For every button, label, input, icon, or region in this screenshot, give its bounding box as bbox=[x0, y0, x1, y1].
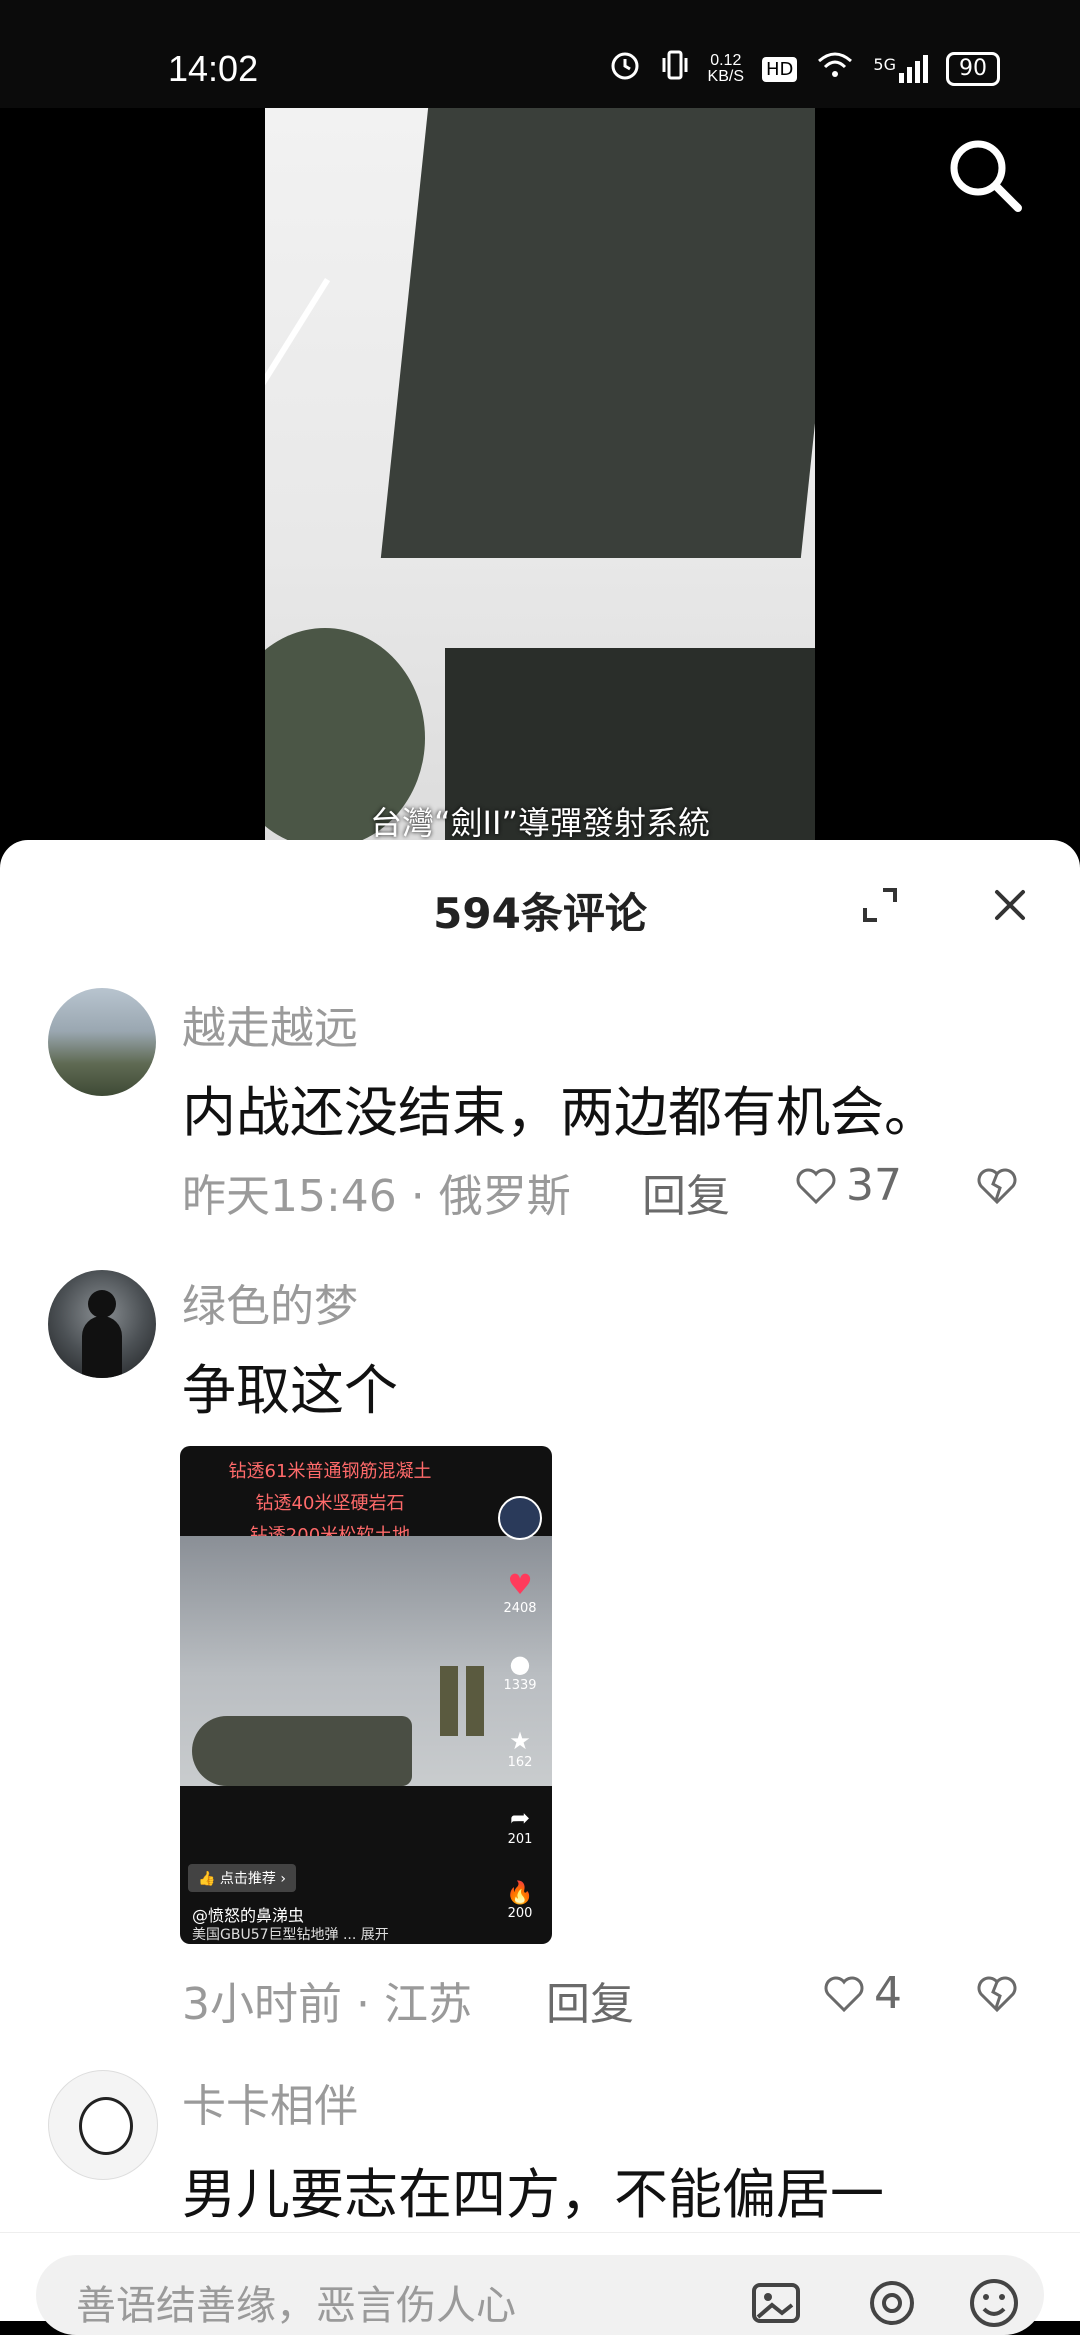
image-heart-icon: ♥ 2408 bbox=[503, 1568, 537, 1616]
avatar[interactable] bbox=[48, 988, 156, 1096]
video-player[interactable]: 台灣“劍II”導彈發射系統 bbox=[0, 108, 1080, 848]
status-icons: 0.12 KB/S HD 5G 90 bbox=[608, 48, 1000, 90]
sheet-header: 594条评论 bbox=[0, 880, 1080, 940]
comment-content: 争取这个 bbox=[182, 1359, 398, 1422]
battery-icon: 90 bbox=[946, 52, 1000, 86]
status-time: 14:02 bbox=[168, 48, 259, 89]
like-button[interactable]: 4 bbox=[820, 1968, 902, 2019]
image-like-count: 2408 bbox=[503, 1601, 537, 1616]
image-side-bar: ♥ 2408 ● 1339 ★ 162 ➦ 201 🔥 200 bbox=[498, 1496, 542, 1944]
comment-count-title: 594条评论 bbox=[433, 889, 647, 938]
video-frame: 台灣“劍II”導彈發射系統 bbox=[265, 108, 815, 848]
input-placeholder: 善语结善缘，恶言伤人心 bbox=[76, 2283, 516, 2329]
comment-meta: 3小时前 · 江苏 bbox=[182, 1979, 472, 2030]
like-count: 4 bbox=[874, 1968, 902, 2019]
comment-item: 越走越远 内战还没结束，两边都有机会。 昨天15:46 · 俄罗斯 回复 37 bbox=[0, 988, 1080, 1222]
at-icon[interactable] bbox=[864, 2275, 920, 2331]
image-caption: 美国GBU57巨型钻地弹 ... 展开 bbox=[192, 1927, 389, 1943]
close-icon[interactable] bbox=[985, 880, 1035, 930]
status-bar: 14:02 0.12 KB/S HD 5G 90 bbox=[0, 0, 1080, 108]
image-star-icon: ★ 162 bbox=[507, 1727, 533, 1770]
image-recommend-label: 点击推荐 bbox=[219, 1871, 276, 1887]
image-comment-count: 1339 bbox=[503, 1678, 537, 1693]
thumbs-up-icon: 👍 bbox=[198, 1871, 216, 1887]
image-comment-icon: ● 1339 bbox=[503, 1650, 537, 1693]
like-count: 37 bbox=[846, 1160, 902, 1211]
image-favorite-count: 162 bbox=[507, 1755, 533, 1770]
battery-level: 90 bbox=[959, 56, 987, 81]
image-share-icon: ➦ 201 bbox=[507, 1804, 533, 1847]
comment-content: 内战还没结束，两边都有机会。 bbox=[182, 1081, 938, 1144]
signal-label: 5G bbox=[873, 55, 896, 74]
vibrate-icon bbox=[660, 48, 690, 90]
image-avatar-icon bbox=[498, 1496, 542, 1540]
image-red-line: 钻透61米普通钢筋混凝土 bbox=[228, 1461, 432, 1482]
image-author: @愤怒的鼻涕虫 bbox=[192, 1906, 305, 1925]
image-red-line: 钻透40米坚硬岩石 bbox=[255, 1493, 405, 1514]
image-recommend-badge: 👍 点击推荐 › bbox=[188, 1864, 296, 1892]
video-subtitle: 台灣“劍II”導彈發射系統 bbox=[369, 804, 711, 842]
broken-heart-icon[interactable] bbox=[972, 1968, 1022, 2018]
comment-username[interactable]: 越走越远 bbox=[182, 992, 358, 1056]
wifi-icon bbox=[815, 49, 855, 89]
emoji-icon[interactable] bbox=[966, 2275, 1022, 2331]
missile-launcher-graphic bbox=[380, 108, 815, 558]
comment-username[interactable]: 绿色的梦 bbox=[182, 1270, 358, 1334]
net-speed-unit: KB/S bbox=[707, 68, 745, 85]
avatar[interactable] bbox=[48, 2070, 158, 2180]
like-button[interactable]: 37 bbox=[792, 1160, 902, 1211]
rope-graphic bbox=[265, 278, 331, 638]
image-icon[interactable] bbox=[748, 2275, 804, 2331]
image-flame-icon: 🔥 200 bbox=[506, 1881, 534, 1921]
avatar[interactable] bbox=[48, 1270, 156, 1378]
expand-icon[interactable] bbox=[855, 880, 905, 930]
image-bomb-graphic bbox=[192, 1716, 412, 1786]
image-extra-count: 200 bbox=[507, 1906, 533, 1921]
search-icon[interactable] bbox=[940, 130, 1030, 220]
comment-username[interactable]: 卡卡相伴 bbox=[182, 2070, 358, 2134]
comment-content: 男儿要志在四方，不能偏居一 bbox=[182, 2163, 884, 2226]
net-speed-value: 0.12 bbox=[710, 52, 742, 69]
comment-input-bar: 善语结善缘，恶言伤人心 bbox=[0, 2232, 1080, 2335]
reply-button[interactable]: 回复 bbox=[642, 1160, 730, 1224]
image-hangar-scene bbox=[180, 1536, 552, 1786]
broken-heart-icon[interactable] bbox=[972, 1160, 1022, 1210]
hd-icon: HD bbox=[762, 56, 798, 82]
net-speed: 0.12 KB/S bbox=[708, 53, 744, 85]
comment-image[interactable]: 钻透61米普通钢筋混凝土 钻透40米坚硬岩石 钻透200米松软土地 ♥2408 … bbox=[180, 1446, 552, 1944]
heart-icon bbox=[824, 1976, 864, 2012]
signal-icon: 5G bbox=[873, 55, 928, 83]
comment-sheet: 594条评论 越走越远 内战还没结束，两边都有机会。 昨天15:46 · 俄罗斯… bbox=[0, 840, 1080, 2320]
comment-input[interactable]: 善语结善缘，恶言伤人心 bbox=[36, 2255, 1044, 2335]
image-share-count: 201 bbox=[507, 1832, 533, 1847]
heart-icon bbox=[796, 1168, 836, 1204]
alarm-icon bbox=[608, 48, 642, 90]
comment-meta: 昨天15:46 · 俄罗斯 bbox=[182, 1171, 571, 1222]
reply-button[interactable]: 回复 bbox=[546, 1968, 634, 2032]
